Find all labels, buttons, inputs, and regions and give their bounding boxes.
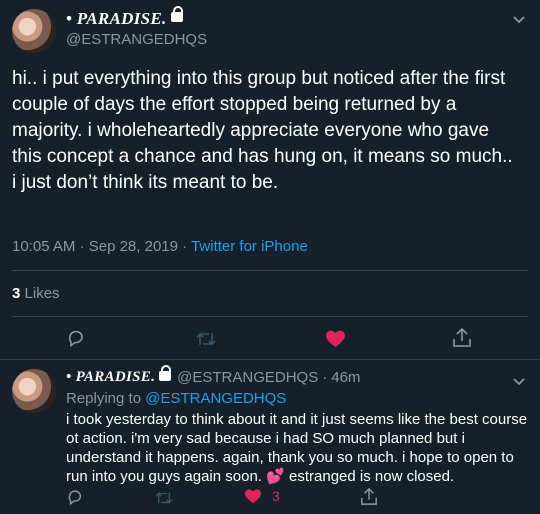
two-hearts-icon: 💕 <box>266 468 285 485</box>
author-name-row[interactable]: • PARADISE. <box>66 6 183 29</box>
lock-icon <box>159 364 172 381</box>
like-count: 3 <box>272 488 280 504</box>
replying-to-handle[interactable]: @ESTRANGEDHQS <box>145 390 286 407</box>
retweet-icon[interactable] <box>154 490 174 511</box>
like-button[interactable]: 3 <box>244 488 280 504</box>
avatar[interactable] <box>12 9 56 53</box>
share-icon[interactable] <box>360 487 378 511</box>
tweet-age[interactable]: 46m <box>331 369 360 386</box>
display-name[interactable]: • PARADISE. <box>66 9 167 29</box>
tweet-source[interactable]: Twitter for iPhone <box>191 238 308 255</box>
retweet-icon[interactable] <box>195 330 217 353</box>
tweet-meta: 10:05 AM · Sep 28, 2019 · Twitter for iP… <box>12 238 308 255</box>
avatar[interactable] <box>12 369 56 413</box>
reply-icon[interactable] <box>66 488 84 511</box>
display-name[interactable]: • PARADISE. <box>66 369 155 386</box>
replying-to: Replying to @ESTRANGEDHQS <box>66 390 287 407</box>
lock-icon <box>170 6 183 22</box>
reply-icon[interactable] <box>66 328 86 353</box>
divider <box>12 270 528 271</box>
divider <box>12 316 528 317</box>
likes-stat[interactable]: 3 Likes <box>12 285 60 302</box>
divider <box>0 359 540 360</box>
chevron-down-icon[interactable] <box>512 12 526 29</box>
tweet-text: hi.. i put everything into this group bu… <box>12 68 513 193</box>
heart-icon[interactable] <box>325 329 346 353</box>
user-handle[interactable]: @ESTRANGEDHQS <box>177 369 318 386</box>
tweet-time[interactable]: 10:05 AM <box>12 238 75 255</box>
heart-icon <box>245 489 261 504</box>
user-handle[interactable]: @ESTRANGEDHQS <box>66 31 207 48</box>
likes-label: Likes <box>24 285 60 302</box>
reply-header: • PARADISE. @ESTRANGEDHQS · 46m <box>66 364 361 386</box>
chevron-down-icon[interactable] <box>512 374 526 391</box>
reply-text: i took yesterday to think about it and i… <box>66 411 528 485</box>
likes-count: 3 <box>12 285 21 302</box>
share-icon[interactable] <box>452 327 472 353</box>
tweet-date[interactable]: Sep 28, 2019 <box>89 238 178 255</box>
